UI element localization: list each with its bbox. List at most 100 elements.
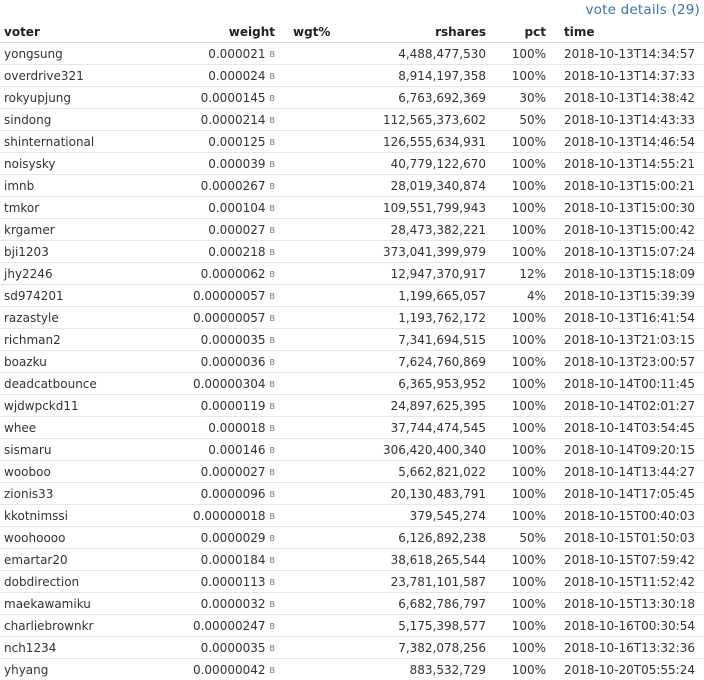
table-row: razastyle 0.00000057 B 1,193,762,172 100% 201… — [0, 306, 704, 329]
weight-cell: 0.0000029 B — [145, 526, 279, 549]
weight-value: 0.000039 — [208, 156, 266, 171]
pct-cell: 100% — [490, 460, 550, 483]
weight-unit: B — [269, 621, 276, 631]
weight-unit: B — [269, 577, 276, 587]
weight-value: 0.0000145 — [200, 90, 266, 105]
pct-cell: 4% — [490, 284, 550, 307]
rshares-cell: 7,382,078,256 — [367, 636, 490, 659]
time-cell: 2018-10-13T14:46:54 — [550, 130, 704, 153]
pct-cell: 100% — [490, 438, 550, 461]
table-row: emartar20 0.0000184 B 38,618,265,544 100% 201… — [0, 548, 704, 571]
voter-cell: woohoooo — [0, 526, 145, 549]
voter-cell: wjdwpckd11 — [0, 394, 145, 417]
time-cell: 2018-10-13T15:39:39 — [550, 284, 704, 307]
vote-details-link[interactable]: vote details (29) — [585, 2, 700, 18]
vote-details-header: vote details (29) — [0, 0, 704, 22]
voter-cell: sd974201 — [0, 284, 145, 307]
pct-cell: 100% — [511, 46, 546, 61]
rshares-cell: 24,897,625,395 — [367, 394, 490, 417]
weight-cell: 0.0000062 B — [145, 262, 279, 285]
weight-cell: 0.00000057 B — [145, 306, 279, 329]
pct-cell: 100% — [490, 658, 550, 680]
voter-cell: sindong — [0, 108, 145, 131]
weight-value: 0.0000214 — [200, 112, 266, 127]
weight-cell: 0.0000145 B — [145, 86, 279, 109]
voter-cell: kkotnimssi — [0, 504, 145, 527]
time-cell: 2018-10-15T13:30:18 — [550, 592, 704, 615]
voter-cell: yongsung — [4, 46, 63, 61]
time-cell: 2018-10-13T15:00:30 — [550, 196, 704, 219]
weight-cell: 0.0000214 B — [145, 108, 279, 131]
weight-cell: 0.0000119 B — [145, 394, 279, 417]
voter-cell: deadcatbounce — [0, 372, 145, 395]
voter-cell: rokyupjung — [0, 86, 145, 109]
voter-cell: charliebrownkr — [0, 614, 145, 637]
column-header-voter[interactable]: voter — [0, 22, 145, 43]
pct-cell: 50% — [490, 108, 550, 131]
wgt-percent-cell — [279, 526, 367, 549]
table-row: shinternational 0.000125 B 126,555,634,931 1… — [0, 130, 704, 153]
wgt-percent-cell — [279, 196, 367, 219]
voter-cell: maekawamiku — [0, 592, 145, 615]
pct-cell: 100% — [490, 504, 550, 527]
weight-cell: 0.0000267 B — [145, 174, 279, 197]
column-header-rshares[interactable]: rshares — [367, 22, 490, 43]
column-header-pct[interactable]: pct — [490, 22, 550, 43]
wgt-percent-cell — [279, 548, 367, 571]
voter-cell: emartar20 — [0, 548, 145, 571]
time-cell: 2018-10-14T02:01:27 — [550, 394, 704, 417]
weight-unit: B — [269, 225, 276, 235]
wgt-percent-cell — [279, 504, 367, 527]
weight-value: 0.000125 — [208, 134, 266, 149]
time-cell: 2018-10-16T13:32:36 — [550, 636, 704, 659]
rshares-cell: 8,914,197,358 — [367, 64, 490, 87]
rshares-cell: 37,744,474,545 — [367, 416, 490, 439]
table-row: bji1203 0.000218 B 373,041,399,979 100% 2018-… — [0, 240, 704, 263]
weight-cell: 0.000021 B — [145, 43, 279, 65]
pct-cell: 100% — [490, 416, 550, 439]
weight-cell: 0.0000035 B — [145, 636, 279, 659]
voter-cell: whee — [0, 416, 145, 439]
wgt-percent-cell — [279, 658, 367, 680]
weight-value: 0.000218 — [208, 244, 266, 259]
weight-value: 0.0000027 — [200, 464, 266, 479]
rshares-cell: 5,175,398,577 — [367, 614, 490, 637]
weight-unit: B — [269, 357, 276, 367]
table-row: wooboo 0.0000027 B 5,662,821,022 100% 2018-10… — [0, 460, 704, 483]
column-header-weight[interactable]: weight — [145, 22, 279, 43]
weight-cell: 0.000125 B — [145, 130, 279, 153]
time-cell: 2018-10-13T23:00:57 — [550, 350, 704, 373]
weight-cell: 0.0000096 B — [145, 482, 279, 505]
table-row: charliebrownkr 0.00000247 B 5,175,398,577 10… — [0, 614, 704, 637]
pct-cell: 100% — [490, 570, 550, 593]
voter-cell: krgamer — [0, 218, 145, 241]
time-cell: 2018-10-15T00:40:03 — [550, 504, 704, 527]
wgt-percent-cell — [279, 130, 367, 153]
pct-cell: 100% — [490, 592, 550, 615]
weight-unit: B — [269, 313, 276, 323]
weight-unit: B — [269, 599, 276, 609]
time-cell: 2018-10-13T15:07:24 — [550, 240, 704, 263]
rshares-cell: 6,365,953,952 — [367, 372, 490, 395]
time-cell: 2018-10-13T14:43:33 — [550, 108, 704, 131]
time-cell: 2018-10-13T16:41:54 — [550, 306, 704, 329]
time-cell: 2018-10-13T14:34:57 — [564, 46, 695, 61]
rshares-cell: 23,781,101,587 — [367, 570, 490, 593]
table-row: yhyang 0.00000042 B 883,532,729 100% 2018-10-… — [0, 658, 704, 680]
weight-value: 0.0000062 — [200, 266, 266, 281]
weight-value: 0.0000267 — [200, 178, 266, 193]
wgt-percent-cell — [279, 240, 367, 263]
weight-cell: 0.0000036 B — [145, 350, 279, 373]
column-header-wgt-percent[interactable]: wgt% — [279, 22, 367, 43]
weight-value: 0.0000113 — [200, 574, 266, 589]
voter-cell: nch1234 — [0, 636, 145, 659]
pct-cell: 100% — [490, 152, 550, 175]
table-row: overdrive321 0.000024 B 8,914,197,358 100% 20… — [0, 64, 704, 87]
voter-cell: bji1203 — [0, 240, 145, 263]
weight-value: 0.000027 — [208, 222, 266, 237]
weight-unit: B — [269, 181, 276, 191]
rshares-cell: 1,193,762,172 — [367, 306, 490, 329]
column-header-time[interactable]: time — [550, 22, 704, 43]
weight-cell: 0.00000247 B — [145, 614, 279, 637]
voter-cell: zionis33 — [0, 482, 145, 505]
